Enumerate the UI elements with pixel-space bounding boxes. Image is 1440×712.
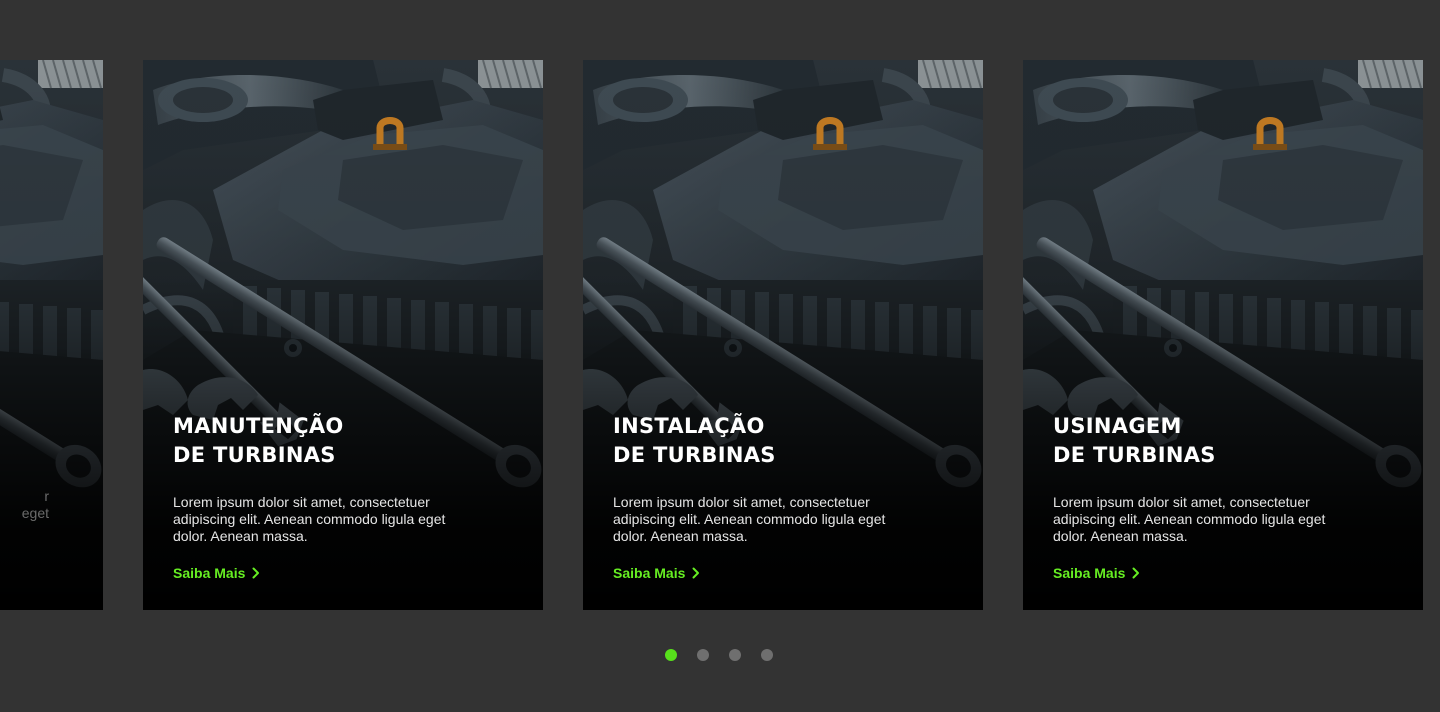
- card-description-line: r: [44, 488, 49, 504]
- saiba-mais-link[interactable]: Saiba Mais: [613, 565, 700, 581]
- card-content: MANUTENÇÃO DE TURBINAS Lorem ipsum dolor…: [173, 412, 493, 583]
- saiba-mais-label: Saiba Mais: [1053, 565, 1126, 581]
- card-description-line: dolor. Aenean massa.: [613, 528, 748, 544]
- card-description: Lorem ipsum dolor sit amet, consectetuer…: [613, 494, 913, 545]
- card-title: MANUTENÇÃO DE TURBINAS: [173, 412, 433, 470]
- saiba-mais-label: Saiba Mais: [613, 565, 686, 581]
- service-card-manutencao[interactable]: MANUTENÇÃO DE TURBINAS Lorem ipsum dolor…: [143, 60, 543, 610]
- chevron-right-icon: [692, 567, 700, 579]
- pagination-dot-3[interactable]: [729, 649, 741, 661]
- card-title-line: DE TURBINAS: [173, 443, 336, 467]
- card-description-line: adipiscing elit. Aenean commodo ligula e…: [1053, 511, 1326, 527]
- carousel-pagination: [665, 649, 773, 663]
- card-gradient-overlay: [0, 60, 103, 610]
- chevron-right-icon: [1132, 567, 1140, 579]
- card-description: r eget: [0, 488, 49, 522]
- saiba-mais-label: Saiba Mais: [173, 565, 246, 581]
- card-description-line: adipiscing elit. Aenean commodo ligula e…: [173, 511, 446, 527]
- card-description-line: Lorem ipsum dolor sit amet, consectetuer: [173, 494, 430, 510]
- card-title: USINAGEM DE TURBINAS: [1053, 412, 1313, 470]
- card-content: USINAGEM DE TURBINAS Lorem ipsum dolor s…: [1053, 412, 1373, 583]
- pagination-dot-2[interactable]: [697, 649, 709, 661]
- card-title: INSTALAÇÃO DE TURBINAS: [613, 412, 873, 470]
- card-description-line: Lorem ipsum dolor sit amet, consectetuer: [1053, 494, 1310, 510]
- card-description: Lorem ipsum dolor sit amet, consectetuer…: [1053, 494, 1353, 545]
- saiba-mais-link[interactable]: Saiba Mais: [1053, 565, 1140, 581]
- pagination-dot-4[interactable]: [761, 649, 773, 661]
- chevron-right-icon: [252, 567, 260, 579]
- services-carousel[interactable]: r eget MANUTENÇÃO DE TURBINAS Lorem ipsu…: [0, 0, 1440, 712]
- saiba-mais-link[interactable]: Saiba Mais: [173, 565, 260, 581]
- service-card-partial[interactable]: r eget: [0, 60, 103, 610]
- card-content: r eget: [0, 488, 53, 522]
- card-title-line: DE TURBINAS: [613, 443, 776, 467]
- card-description-line: dolor. Aenean massa.: [173, 528, 308, 544]
- card-description-line: Lorem ipsum dolor sit amet, consectetuer: [613, 494, 870, 510]
- card-content: INSTALAÇÃO DE TURBINAS Lorem ipsum dolor…: [613, 412, 933, 583]
- service-card-usinagem[interactable]: USINAGEM DE TURBINAS Lorem ipsum dolor s…: [1023, 60, 1423, 610]
- card-title-line: DE TURBINAS: [1053, 443, 1216, 467]
- card-description: Lorem ipsum dolor sit amet, consectetuer…: [173, 494, 473, 545]
- pagination-dot-1[interactable]: [665, 649, 677, 661]
- service-card-instalacao[interactable]: INSTALAÇÃO DE TURBINAS Lorem ipsum dolor…: [583, 60, 983, 610]
- card-title-line: MANUTENÇÃO: [173, 414, 344, 438]
- card-title-line: USINAGEM: [1053, 414, 1182, 438]
- card-description-line: eget: [21, 505, 49, 521]
- card-description-line: adipiscing elit. Aenean commodo ligula e…: [613, 511, 886, 527]
- card-description-line: dolor. Aenean massa.: [1053, 528, 1188, 544]
- card-title-line: INSTALAÇÃO: [613, 414, 765, 438]
